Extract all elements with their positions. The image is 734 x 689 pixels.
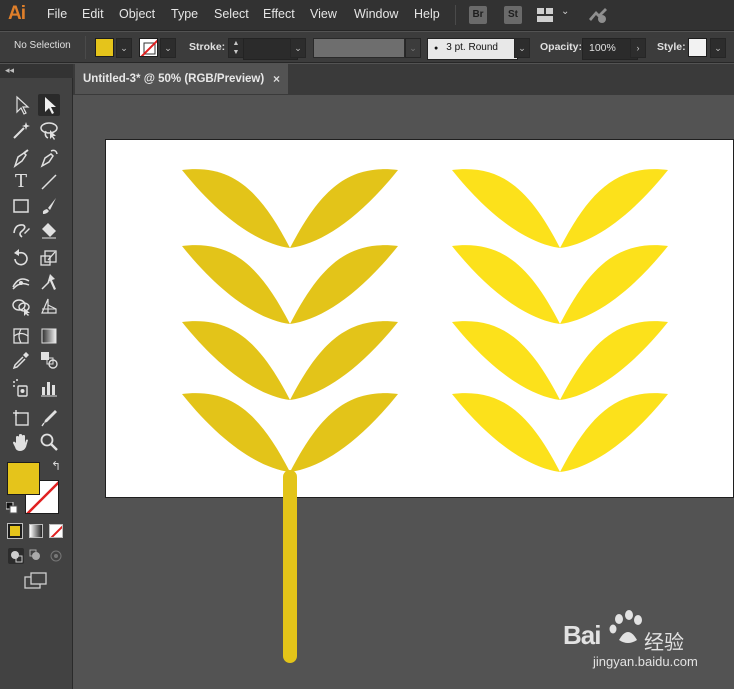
leaf	[182, 393, 290, 472]
wheat-left[interactable]	[182, 169, 398, 472]
watermark-url: jingyan.baidu.com	[593, 654, 698, 669]
leaf	[452, 245, 560, 324]
leaf	[290, 321, 398, 400]
leaf	[182, 169, 290, 248]
artwork-layer	[182, 169, 668, 663]
leaf	[452, 321, 560, 400]
leaf	[560, 321, 668, 400]
fill-color-swatch[interactable]	[7, 462, 40, 495]
leaf	[560, 393, 668, 472]
leaf	[452, 393, 560, 472]
leaf	[452, 169, 560, 248]
leaf	[290, 169, 398, 248]
wheat-right[interactable]	[452, 169, 668, 472]
watermark-suffix: 经验	[644, 632, 684, 654]
watermark-brand-text: Bai	[563, 620, 601, 650]
leaf	[182, 321, 290, 400]
watermark-brand: Bai	[563, 620, 630, 651]
leaf	[560, 245, 668, 324]
leaf	[560, 169, 668, 248]
wheat-stem[interactable]	[283, 470, 297, 663]
leaf	[290, 245, 398, 324]
leaf	[290, 393, 398, 472]
leaf	[182, 245, 290, 324]
